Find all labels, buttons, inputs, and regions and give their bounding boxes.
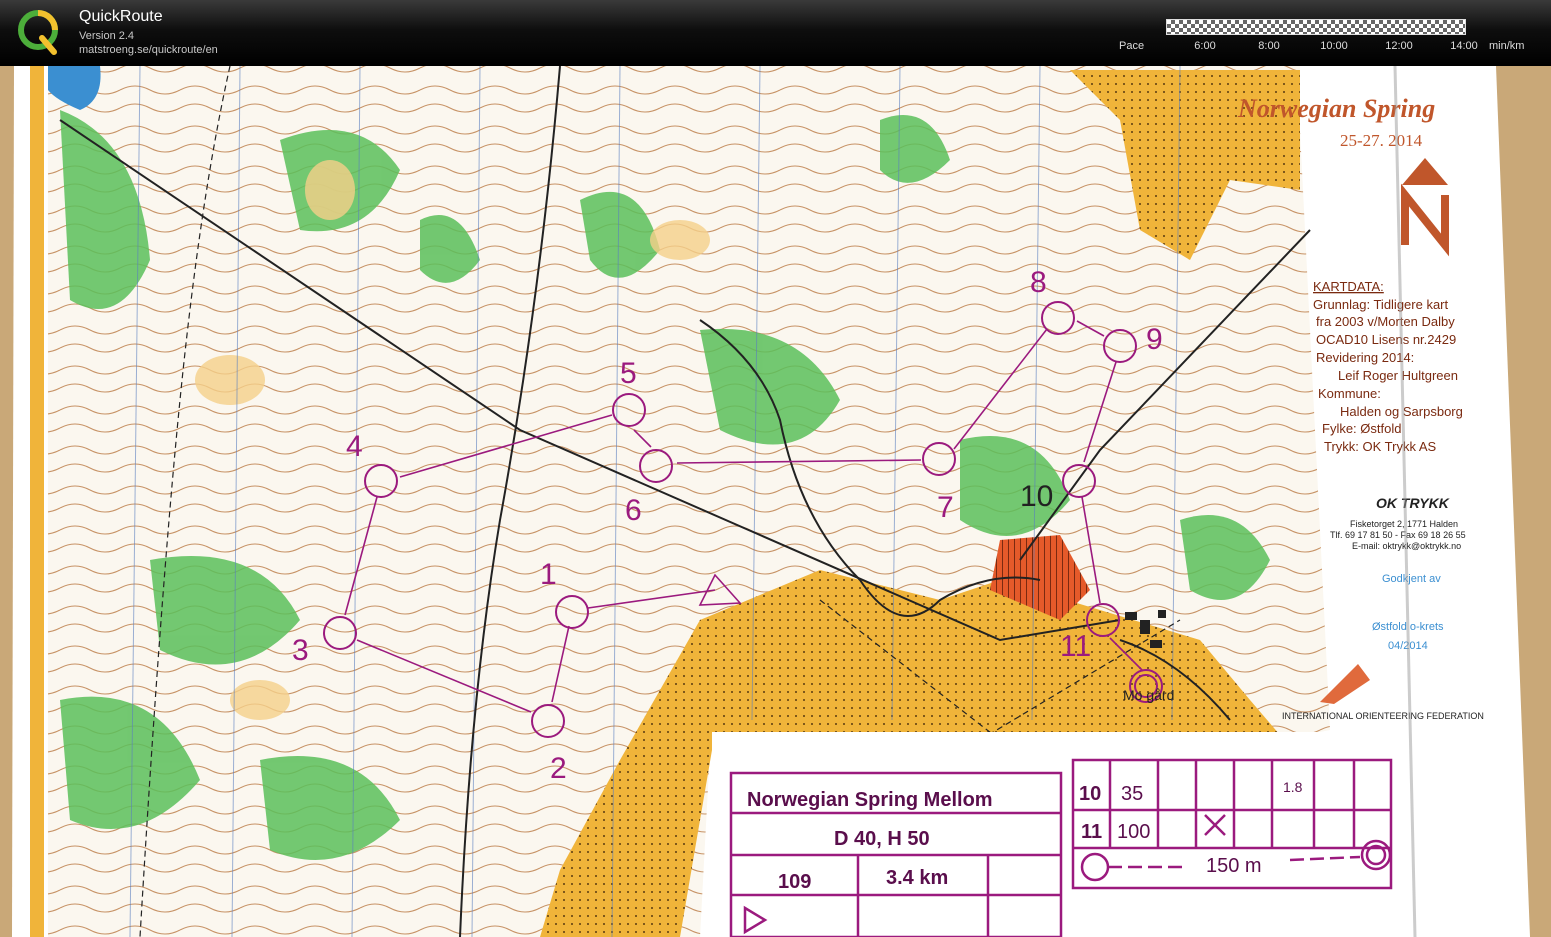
orienteering-map[interactable]: 1 2 3 4 5 6 7 8 9 10 11 Mo gård Norwegia… (0, 66, 1551, 937)
app-title: QuickRoute (79, 8, 163, 25)
kartdata-line: Leif Roger Hultgreen (1338, 368, 1458, 383)
control-number: 7 (937, 491, 954, 524)
finish-distance: 150 m (1206, 855, 1262, 877)
quickroute-logo-icon (18, 10, 58, 55)
kartdata-line: OCAD10 Lisens nr.2429 (1316, 332, 1456, 347)
pace-tick: 10:00 (1320, 40, 1348, 52)
description-code: 35 (1121, 783, 1143, 805)
map-header-title: Norwegian Spring (1237, 94, 1435, 123)
approval-line: Godkjent av (1382, 573, 1441, 585)
place-name: Mo gård (1123, 687, 1174, 703)
control-number: 10 (1020, 480, 1053, 513)
map-header-date: 25-27. 2014 (1340, 131, 1423, 150)
control-number: 3 (292, 634, 309, 667)
map-view[interactable]: 1 2 3 4 5 6 7 8 9 10 11 Mo gård Norwegia… (0, 66, 1551, 937)
description-number: 11 (1081, 821, 1102, 843)
printer-phone: Tlf. 69 17 81 50 - Fax 69 18 26 55 (1330, 530, 1466, 540)
pace-label: Pace (1119, 40, 1145, 52)
federation-name: INTERNATIONAL ORIENTEERING FEDERATION (1282, 711, 1484, 721)
pace-unit: min/km (1489, 40, 1525, 52)
app-version: Version 2.4 (79, 30, 135, 42)
course-length: 3.4 km (886, 867, 948, 889)
control-number: 2 (550, 752, 567, 785)
description-dimension: 1.8 (1283, 779, 1303, 795)
control-number: 1 (540, 558, 557, 591)
kartdata-line: Kommune: (1318, 386, 1381, 401)
course-code: 109 (778, 871, 811, 893)
pace-tick: 6:00 (1194, 40, 1216, 52)
description-number: 10 (1079, 783, 1101, 805)
course-classes: D 40, H 50 (834, 828, 930, 850)
kartdata-line: fra 2003 v/Morten Dalby (1316, 314, 1455, 329)
printer-logo: OK TRYKK (1376, 495, 1450, 511)
title-bar: QuickRoute Version 2.4 matstroeng.se/qui… (0, 0, 1551, 66)
control-number: 8 (1030, 266, 1047, 299)
kartdata-title: KARTDATA: (1313, 279, 1384, 294)
pace-color-scale (1166, 19, 1466, 35)
kartdata-line: Trykk: OK Trykk AS (1324, 439, 1437, 454)
control-number: 11 (1060, 630, 1091, 663)
kartdata-line: Fylke: Østfold (1322, 421, 1401, 436)
app-url[interactable]: matstroeng.se/quickroute/en (79, 44, 218, 56)
control-number: 4 (346, 430, 363, 463)
control-number: 9 (1146, 323, 1163, 356)
control-number: 5 (620, 357, 637, 390)
pace-tick: 14:00 (1450, 40, 1478, 52)
description-code: 100 (1117, 821, 1150, 843)
pace-tick: 12:00 (1385, 40, 1413, 52)
kartdata-line: Revidering 2014: (1316, 350, 1414, 365)
course-title: Norwegian Spring Mellom (747, 789, 993, 811)
control-number: 6 (625, 494, 642, 527)
pace-tick: 8:00 (1258, 40, 1280, 52)
kartdata-line: Grunnlag: Tidligere kart (1313, 297, 1449, 312)
